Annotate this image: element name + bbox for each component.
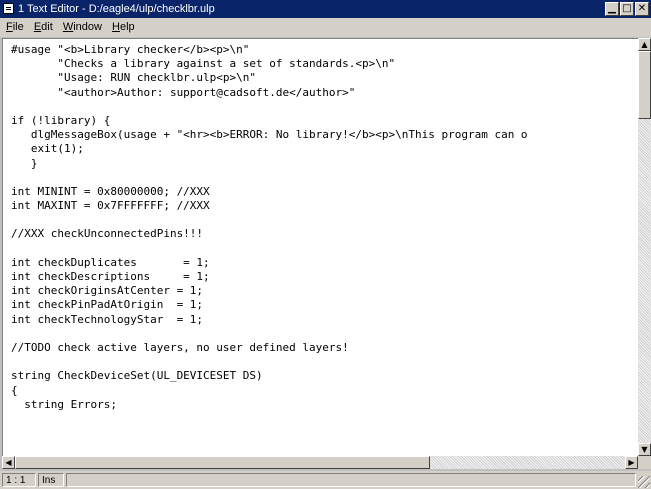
code-line: int checkPinPadAtOrigin = 1;	[11, 298, 204, 312]
code-line: //XXX checkUnconnectedPins!!!	[11, 227, 204, 241]
close-icon[interactable]: ✕	[635, 2, 649, 16]
text-editor-icon[interactable]	[3, 3, 14, 14]
menu-edit[interactable]: Edit	[31, 18, 56, 37]
code-line: #usage "<b>Library checker</b><p>\n"	[11, 43, 250, 56]
code-line: string Errors;	[11, 397, 117, 411]
scroll-up-icon[interactable]: ▲	[638, 38, 651, 51]
scroll-right-icon[interactable]: ▶	[625, 456, 638, 469]
code-line: "<author>Author: support@cadsoft.de</aut…	[11, 85, 356, 99]
title-bar[interactable]: 1 Text Editor - D:/eagle4/ulp/checklbr.u…	[0, 0, 651, 18]
menu-edit-label: dit	[41, 21, 53, 33]
scroll-left-icon[interactable]: ◀	[2, 456, 15, 469]
code-line: string CheckDeviceSet(UL_DEVICESET DS)	[11, 369, 263, 383]
minimize-icon[interactable]: ▁	[605, 2, 619, 16]
menu-help-label: elp	[120, 21, 135, 33]
menu-help-mnemonic: H	[112, 21, 120, 33]
menu-window-label: indow	[73, 21, 102, 33]
code-line: exit(1);	[11, 142, 84, 156]
window-title: 1 Text Editor - D:/eagle4/ulp/checklbr.u…	[18, 3, 215, 15]
menu-window-mnemonic: W	[62, 21, 74, 33]
insert-mode: Ins	[38, 473, 64, 487]
cursor-position: 1 : 1	[2, 473, 36, 487]
menu-file-label: ile	[12, 21, 24, 33]
horizontal-scrollbar[interactable]: ◀ ▶	[2, 456, 638, 469]
vertical-scrollbar[interactable]: ▲ ▼	[638, 38, 651, 456]
horizontal-scroll-thumb[interactable]	[15, 456, 430, 469]
menu-help[interactable]: Help	[109, 18, 138, 37]
code-text[interactable]: #usage "<b>Library checker</b><p>\n" "Ch…	[3, 39, 638, 412]
maximize-icon[interactable]: □	[620, 2, 634, 16]
scroll-down-icon[interactable]: ▼	[638, 443, 651, 456]
code-line: //TODO check active layers, no user defi…	[11, 340, 349, 354]
code-editor[interactable]: #usage "<b>Library checker</b><p>\n" "Ch…	[2, 38, 638, 456]
code-line: int checkOriginsAtCenter = 1;	[11, 284, 204, 298]
menu-bar: File Edit Window Help	[0, 18, 651, 37]
vertical-scroll-thumb[interactable]	[638, 51, 651, 119]
code-line: "Usage: RUN checklbr.ulp<p>\n"	[11, 71, 257, 85]
resize-grip-icon[interactable]	[638, 476, 650, 488]
text-editor-window: 1 Text Editor - D:/eagle4/ulp/checklbr.u…	[0, 0, 651, 489]
code-line: int checkDescriptions = 1;	[11, 270, 210, 283]
code-line: dlgMessageBox(usage + "<hr><b>ERROR: No …	[11, 128, 528, 142]
status-bar: 1 : 1 Ins	[0, 471, 651, 489]
code-line: int checkTechnologyStar = 1;	[11, 312, 204, 326]
menu-file-mnemonic: F	[6, 21, 13, 33]
code-line: int MAXINT = 0x7FFFFFFF; //XXX	[11, 199, 210, 213]
code-line: {	[11, 383, 18, 397]
code-line: int checkDuplicates = 1;	[11, 255, 210, 269]
code-line: }	[11, 156, 38, 170]
scrollbar-corner	[638, 456, 651, 469]
status-message	[66, 473, 636, 487]
menu-file[interactable]: File	[3, 18, 27, 37]
window-controls: ▁ □ ✕	[605, 2, 649, 16]
code-line: if (!library) {	[11, 113, 111, 127]
code-line: int MININT = 0x80000000; //XXX	[11, 184, 210, 198]
code-line: "Checks a library against a set of stand…	[11, 57, 396, 71]
menu-window[interactable]: Window	[60, 18, 105, 37]
